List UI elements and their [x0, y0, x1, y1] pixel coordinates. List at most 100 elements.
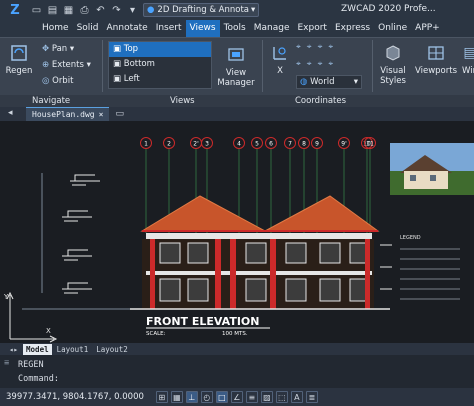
- undo-icon[interactable]: ↶: [94, 5, 107, 16]
- grid-bubble-label: 7: [288, 141, 292, 148]
- regen-icon: [8, 42, 30, 64]
- ribbon-panel: Regen ✥ Pan ▾ ⊕ Extents ▾ ◎ Orbit ▣ Top …: [0, 37, 474, 108]
- new-icon[interactable]: ▭: [30, 5, 43, 16]
- orbit-icon: ◎: [42, 76, 50, 86]
- cube-bottom-icon: ▣: [113, 59, 122, 69]
- grid-icon[interactable]: ▦: [170, 391, 183, 403]
- viewports-label: Viewports: [414, 66, 458, 76]
- redo-icon[interactable]: ↷: [110, 5, 123, 16]
- workspace-selector[interactable]: ● 2D Drafting & Annota ▾: [143, 3, 260, 17]
- dropdown-icon[interactable]: ▾: [126, 5, 139, 16]
- drawing-canvas[interactable]: 1 2 2' 3 4 5 6 7 8 9 9' 10 11 LEGEND FRO…: [0, 121, 474, 343]
- visual-styles-label-1: Visual: [380, 66, 406, 76]
- grid-bubble-label: 2': [193, 141, 199, 148]
- view-item-bottom[interactable]: ▣ Bottom: [109, 57, 211, 72]
- windows-label: Win: [462, 66, 474, 76]
- group-coordinates-label: Coordinates: [295, 96, 347, 106]
- cube-left-icon: ▣: [113, 74, 122, 84]
- regen-button[interactable]: Regen: [4, 42, 34, 76]
- extents-button[interactable]: ⊕ Extents ▾: [42, 60, 91, 70]
- tab-solid[interactable]: Solid: [73, 20, 103, 37]
- ucs-world-select[interactable]: ◍ World ▾: [296, 75, 362, 89]
- regen-label: Regen: [5, 66, 33, 76]
- view-manager-label-2: Manager: [217, 78, 255, 88]
- tab-online[interactable]: Online: [374, 20, 411, 37]
- tab-layout2[interactable]: Layout2: [93, 344, 131, 355]
- lineweight-icon[interactable]: ≡: [245, 391, 258, 403]
- tab-model[interactable]: Model: [23, 343, 52, 355]
- grid-bubble-label: 8: [302, 141, 306, 148]
- tab-home[interactable]: Home: [38, 20, 73, 37]
- ucs-button[interactable]: X: [268, 42, 292, 76]
- doc-tab-houseplan[interactable]: HousePlan.dwg ×: [26, 107, 110, 121]
- windows-icon: ▤: [463, 45, 474, 61]
- view-item-left[interactable]: ▣ Left: [109, 72, 211, 87]
- ucs-rotate-icons[interactable]: ⌖⌖⌖⌖: [296, 59, 339, 69]
- zoom-extents-icon: ⊕: [42, 60, 50, 70]
- legend: LEGEND: [400, 235, 460, 300]
- new-tab-icon[interactable]: ▭: [115, 109, 124, 119]
- open-icon[interactable]: ▤: [46, 5, 59, 16]
- close-icon[interactable]: ×: [99, 110, 104, 119]
- pan-icon: ✥: [42, 44, 50, 54]
- selection-icon[interactable]: ⬚: [275, 391, 288, 403]
- command-prompt: Command:: [18, 374, 59, 384]
- polar-icon[interactable]: ◴: [200, 391, 213, 403]
- save-icon[interactable]: ▦: [62, 5, 75, 16]
- views-list[interactable]: ▣ Top ▣ Bottom ▣ Left: [108, 41, 212, 89]
- orbit-button[interactable]: ◎ Orbit: [42, 76, 73, 86]
- document-tabs: ◂ HousePlan.dwg × ▭: [0, 107, 474, 121]
- ortho-icon[interactable]: ⊥: [185, 391, 198, 403]
- quick-access-toolbar: ▭ ▤ ▦ ⎙ ↶ ↷ ▾: [30, 5, 139, 16]
- view-manager-label-1: View: [225, 68, 247, 78]
- layout-nav-icon[interactable]: ◂▸: [6, 344, 21, 355]
- windows-button[interactable]: ▤ Win: [460, 42, 474, 76]
- ucs-axis-icons[interactable]: ⌖⌖⌖⌖: [296, 42, 339, 52]
- pan-button[interactable]: ✥ Pan ▾: [42, 44, 74, 54]
- view-manager-button[interactable]: View Manager: [216, 44, 256, 88]
- tab-express[interactable]: Express: [331, 20, 374, 37]
- group-navigate-label: Navigate: [32, 96, 71, 106]
- tab-layout1[interactable]: Layout1: [54, 344, 92, 355]
- grid-bubble-label: 9: [315, 141, 319, 148]
- tab-manage[interactable]: Manage: [250, 20, 294, 37]
- status-bar: 39977.3471, 9804.1767, 0.0000 ⊞ ▦ ⊥ ◴ □ …: [0, 388, 474, 406]
- tab-export[interactable]: Export: [294, 20, 331, 37]
- status-toggles: ⊞ ▦ ⊥ ◴ □ ∠ ≡ ▨ ⬚ A ≣: [155, 391, 318, 403]
- tab-insert[interactable]: Insert: [152, 20, 186, 37]
- cursor-coordinates: 39977.3471, 9804.1767, 0.0000: [6, 392, 144, 402]
- command-history: REGEN: [18, 360, 44, 370]
- osnap-icon[interactable]: □: [215, 391, 228, 403]
- divider: [372, 40, 373, 92]
- viewports-button[interactable]: Viewports: [414, 42, 458, 76]
- scale-value: 100 MTS.: [222, 331, 248, 337]
- command-input[interactable]: [70, 372, 466, 384]
- transparency-icon[interactable]: ▨: [260, 391, 273, 403]
- app-logo-icon[interactable]: Z: [0, 0, 30, 20]
- ucs-icon: [269, 42, 291, 64]
- grid-bubble-label: 3: [205, 141, 209, 148]
- chevron-down-icon: ▾: [69, 44, 75, 54]
- orbit-label: Orbit: [52, 76, 74, 86]
- grid-bubble-label: 11: [366, 141, 374, 148]
- grid-bubble-label: 6: [269, 141, 273, 148]
- snap-icon[interactable]: ⊞: [155, 391, 168, 403]
- view-item-top[interactable]: ▣ Top: [109, 42, 211, 57]
- extents-label: Extents: [51, 60, 84, 70]
- grid-bubble-label: 2: [167, 141, 171, 148]
- tab-annotate[interactable]: Annotate: [103, 20, 152, 37]
- tab-views[interactable]: Views: [185, 20, 220, 37]
- elevation-drawing: 1 2 2' 3 4 5 6 7 8 9 9' 1011 LEGEND FRON…: [3, 137, 474, 343]
- tab-app-plus[interactable]: APP+: [411, 20, 444, 37]
- settings-icon[interactable]: ≣: [305, 391, 318, 403]
- visual-styles-button[interactable]: Visual Styles: [376, 42, 410, 86]
- window-title: ZWCAD 2020 Profe...: [341, 4, 436, 14]
- otrack-icon[interactable]: ∠: [230, 391, 243, 403]
- tab-tools[interactable]: Tools: [220, 20, 250, 37]
- print-icon[interactable]: ⎙: [78, 5, 91, 16]
- menu-arrow-icon[interactable]: ◂: [8, 108, 13, 118]
- command-grip-icon[interactable]: ≡: [4, 358, 9, 368]
- ucs-x-label: X: [277, 66, 283, 76]
- annotation-scale-icon[interactable]: A: [290, 391, 303, 403]
- ucs-world-label: World: [310, 77, 335, 87]
